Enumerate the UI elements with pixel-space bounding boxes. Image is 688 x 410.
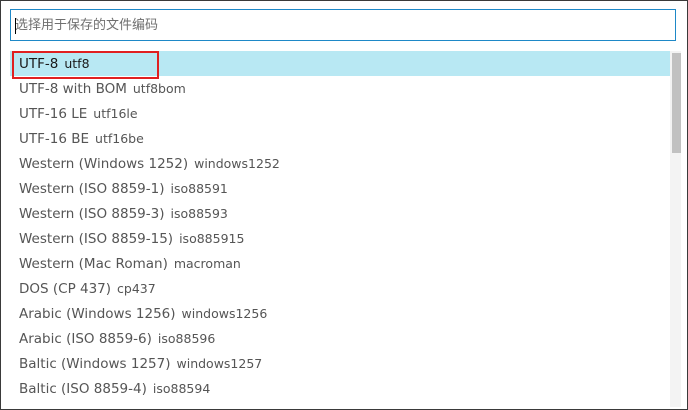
encoding-item-windows1252[interactable]: Western (Windows 1252) windows1252 — [10, 151, 670, 176]
encoding-id: windows1256 — [181, 306, 268, 321]
encoding-label: DOS (CP 437) — [19, 281, 112, 297]
encoding-item-utf8[interactable]: UTF-8 utf8 — [10, 51, 670, 79]
encoding-item-iso885915[interactable]: Western (ISO 8859-15) iso885915 — [10, 226, 670, 251]
encoding-label: Western (ISO 8859-1) — [19, 181, 165, 197]
encoding-item-utf16be[interactable]: UTF-16 BE utf16be — [10, 126, 670, 151]
encoding-id: iso88594 — [152, 381, 211, 396]
encoding-list: UTF-8 utf8 UTF-8 with BOM utf8bom UTF-16 LE u… — [10, 51, 670, 407]
encoding-item-macroman[interactable]: Western (Mac Roman) macroman — [10, 251, 670, 276]
scrollbar-thumb[interactable] — [672, 53, 681, 153]
encoding-label: UTF-16 BE — [19, 131, 90, 147]
encoding-id: iso88591 — [170, 181, 228, 196]
encoding-id: iso88593 — [170, 206, 228, 221]
encoding-item-iso88591[interactable]: Western (ISO 8859-1) iso88591 — [10, 176, 670, 201]
encoding-label: Baltic (ISO 8859-4) — [19, 381, 147, 397]
encoding-label: Western (ISO 8859-3) — [19, 206, 165, 222]
encoding-id: windows1257 — [176, 356, 263, 371]
scrollbar[interactable] — [670, 51, 681, 407]
search-box[interactable] — [10, 9, 676, 41]
encoding-label: UTF-8 with BOM — [19, 81, 127, 97]
encoding-label: Western (Mac Roman) — [19, 256, 168, 272]
encoding-item-iso88593[interactable]: Western (ISO 8859-3) iso88593 — [10, 201, 670, 226]
encoding-id: iso885915 — [179, 231, 245, 246]
text-caret — [15, 18, 16, 34]
encoding-id: utf8 — [64, 56, 90, 71]
encoding-label: UTF-8 — [19, 56, 59, 72]
encoding-item-windows1256[interactable]: Arabic (Windows 1256) windows1256 — [10, 301, 670, 326]
encoding-label: Arabic (Windows 1256) — [19, 306, 176, 322]
encoding-quick-pick: UTF-8 utf8 UTF-8 with BOM utf8bom UTF-16 LE u… — [0, 0, 688, 410]
encoding-item-utf8bom[interactable]: UTF-8 with BOM utf8bom — [10, 76, 670, 101]
encoding-item-utf16le[interactable]: UTF-16 LE utf16le — [10, 101, 670, 126]
encoding-item-iso88596[interactable]: Arabic (ISO 8859-6) iso88596 — [10, 326, 670, 351]
encoding-id: cp437 — [117, 281, 156, 296]
encoding-label: Baltic (Windows 1257) — [19, 356, 171, 372]
encoding-id: iso88596 — [157, 331, 216, 346]
encoding-label: Arabic (ISO 8859-6) — [19, 331, 152, 347]
encoding-id: macroman — [173, 256, 241, 271]
encoding-id: utf8bom — [132, 81, 186, 96]
encoding-label: UTF-16 LE — [19, 106, 88, 122]
encoding-id: utf16be — [95, 131, 144, 146]
encoding-id: windows1252 — [194, 156, 280, 171]
encoding-item-iso88594[interactable]: Baltic (ISO 8859-4) iso88594 — [10, 376, 670, 401]
encoding-item-cp437[interactable]: DOS (CP 437) cp437 — [10, 276, 670, 301]
encoding-label: Western (ISO 8859-15) — [19, 231, 174, 247]
search-input[interactable] — [11, 10, 675, 40]
encoding-label: Western (Windows 1252) — [19, 156, 189, 172]
encoding-id: utf16le — [93, 106, 138, 121]
encoding-item-windows1257[interactable]: Baltic (Windows 1257) windows1257 — [10, 351, 670, 376]
